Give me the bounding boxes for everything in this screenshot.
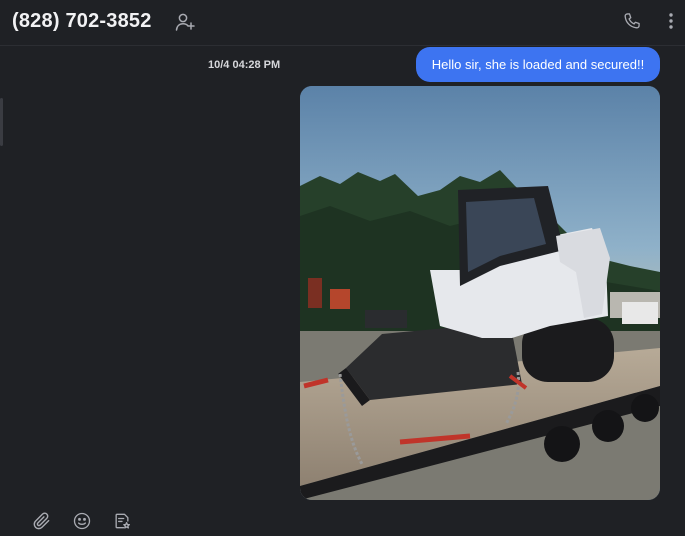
contact-title: (828) 702-3852 xyxy=(12,10,152,32)
message-timestamp: 10/4 04:28 PM xyxy=(208,59,281,71)
paperclip-icon xyxy=(33,512,50,530)
photo-illustration xyxy=(300,86,660,500)
composer-toolbar xyxy=(0,502,685,536)
more-options-button[interactable] xyxy=(662,9,680,33)
smiley-icon xyxy=(73,512,91,530)
photo-attachment[interactable] xyxy=(300,86,660,500)
outgoing-message-bubble[interactable]: Hello sir, she is loaded and secured!! xyxy=(416,47,660,82)
vertical-dots-icon xyxy=(669,13,673,29)
scroll-marker xyxy=(0,98,3,146)
person-add-icon xyxy=(175,13,195,31)
conversation-header: (828) 702-3852 xyxy=(0,0,685,46)
add-contact-button[interactable] xyxy=(172,10,198,34)
messaging-app: (828) 702-3852 10/4 04:28 PM Hello sir, … xyxy=(0,0,685,536)
call-button[interactable] xyxy=(620,9,644,33)
attach-file-button[interactable] xyxy=(31,510,53,532)
template-icon xyxy=(115,513,130,529)
emoji-button[interactable] xyxy=(71,510,93,532)
templates-button[interactable] xyxy=(111,510,133,532)
phone-icon xyxy=(624,13,640,29)
